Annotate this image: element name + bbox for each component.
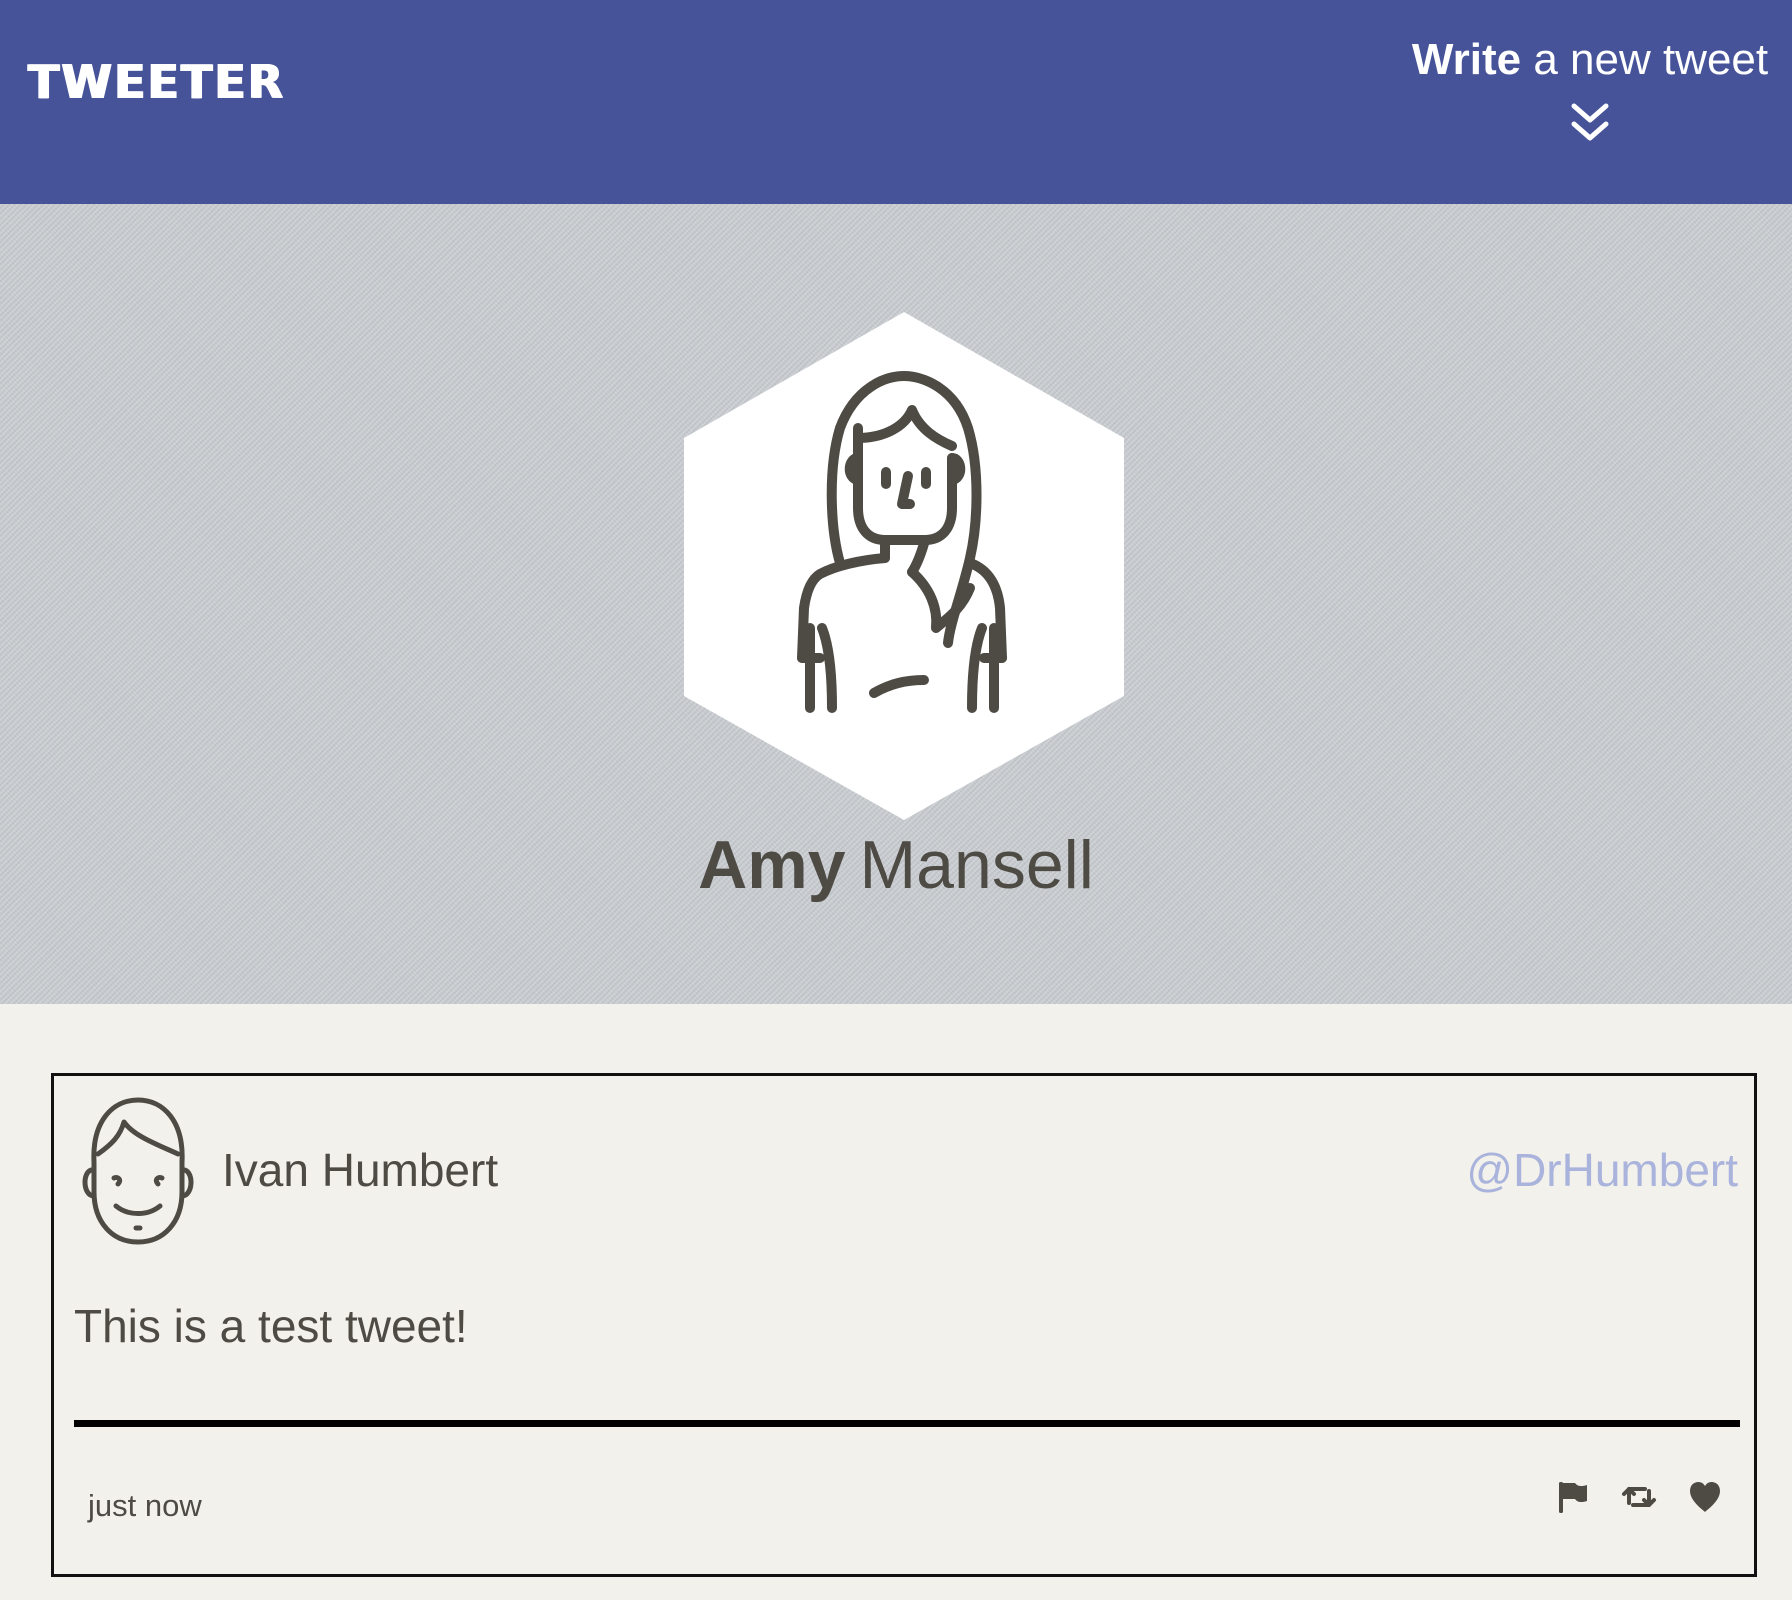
flag-button[interactable] — [1554, 1478, 1592, 1516]
retweet-button[interactable] — [1620, 1478, 1658, 1516]
flag-icon[interactable] — [1555, 1479, 1591, 1515]
profile-first-name: Amy — [698, 827, 846, 903]
like-button[interactable] — [1686, 1478, 1724, 1516]
write-tweet-label-strong: Write — [1411, 35, 1522, 84]
male-user-avatar-icon — [82, 1097, 194, 1245]
tweet-author-name[interactable]: Ivan Humbert — [222, 1142, 498, 1198]
profile-banner: Amy Mansell — [0, 204, 1792, 1004]
tweet-timestamp: just now — [88, 1488, 202, 1523]
top-nav-bar: TWEETER Write a new tweet — [0, 0, 1792, 204]
heart-icon[interactable] — [1687, 1479, 1723, 1515]
tweet-card: Ivan Humbert @DrHumbert This is a test t… — [51, 1073, 1757, 1577]
tweet-actions — [1554, 1478, 1724, 1516]
tweet-author-handle[interactable]: @DrHumbert — [1466, 1142, 1738, 1198]
tweet-text: This is a test tweet! — [74, 1300, 468, 1352]
female-user-avatar-icon — [684, 312, 1124, 820]
write-tweet-label-rest: a new tweet — [1533, 35, 1769, 84]
write-tweet-label[interactable]: Write a new tweet — [1400, 32, 1780, 88]
profile-last-name: Mansell — [859, 827, 1094, 903]
retweet-icon[interactable] — [1621, 1479, 1657, 1515]
tweet-divider — [74, 1420, 1740, 1427]
app-logo[interactable]: TWEETER — [28, 54, 285, 110]
double-chevron-down-icon[interactable] — [1570, 102, 1610, 146]
write-tweet-toggle[interactable]: Write a new tweet — [1400, 32, 1780, 146]
profile-name: Amy Mansell — [0, 820, 1792, 910]
